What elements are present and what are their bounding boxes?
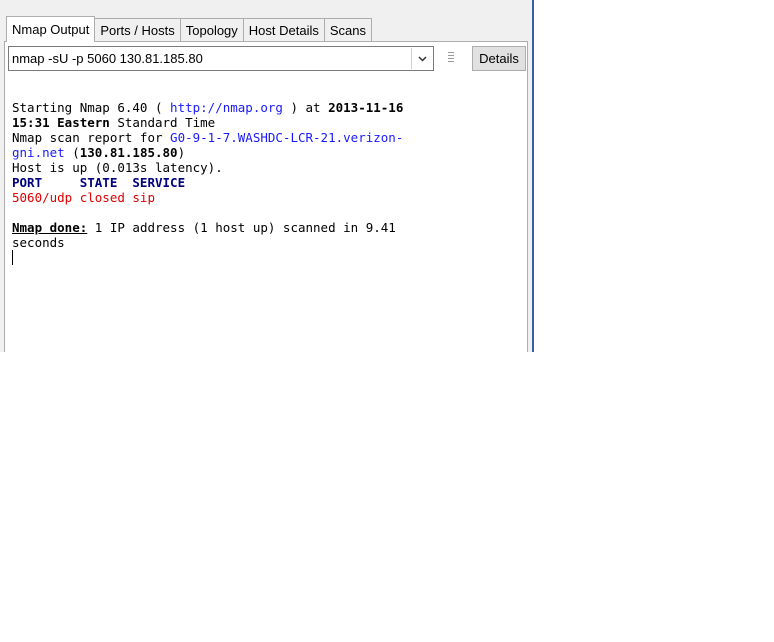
details-button[interactable]: Details: [472, 46, 526, 71]
chevron-down-icon: [417, 55, 427, 62]
output-line-start-mid: ) at: [282, 100, 329, 115]
output-done-seconds: seconds: [12, 235, 65, 250]
tab-topology[interactable]: Topology: [179, 18, 244, 42]
output-hostname-part2: gni.net: [12, 145, 65, 160]
output-done-summary: 1 IP address (1 host up) scanned in 9.41: [87, 220, 396, 235]
nmap-output-panel: Nmap Output Ports / Hosts Topology Host …: [0, 0, 534, 352]
output-scan-date: 2013-11-16: [328, 100, 404, 115]
output-hostname-part1: G0-9-1-7.WASHDC-LCR-21.verizon-: [170, 130, 404, 145]
grip-icon[interactable]: [448, 52, 454, 66]
output-line-start-prefix: Starting Nmap 6.40 (: [12, 100, 171, 115]
output-report-prefix: Nmap scan report for: [12, 130, 171, 145]
tab-bar: Nmap Output Ports / Hosts Topology Host …: [6, 16, 373, 42]
tab-host-details[interactable]: Host Details: [242, 18, 325, 42]
output-scan-time: 15:31 Eastern: [12, 115, 110, 130]
output-port-row: 5060/udp closed sip: [12, 190, 155, 205]
tab-nmap-output[interactable]: Nmap Output: [6, 16, 96, 42]
output-done-label: Nmap done:: [12, 220, 88, 235]
output-port-header: PORT STATE SERVICE: [12, 175, 186, 190]
tab-content: nmap -sU -p 5060 130.81.185.80 Details S…: [4, 41, 528, 352]
tab-ports-hosts[interactable]: Ports / Hosts: [94, 18, 181, 42]
output-ip-address: 130.81.185.80: [79, 145, 178, 160]
command-text[interactable]: nmap -sU -p 5060 130.81.185.80: [12, 47, 407, 70]
nmap-output-text[interactable]: Starting Nmap 6.40 ( http://nmap.org ) a…: [12, 100, 522, 265]
output-paren-open: (: [64, 145, 80, 160]
output-timezone: Standard Time: [109, 115, 216, 130]
command-combobox[interactable]: nmap -sU -p 5060 130.81.185.80: [8, 46, 434, 71]
tab-scans[interactable]: Scans: [323, 18, 373, 42]
text-caret: [12, 250, 13, 265]
output-host-up: Host is up (0.013s latency).: [12, 160, 223, 175]
output-paren-close: ): [177, 145, 186, 160]
nmap-url-link[interactable]: http://nmap.org: [170, 100, 283, 115]
combo-dropdown-button[interactable]: [411, 48, 432, 69]
